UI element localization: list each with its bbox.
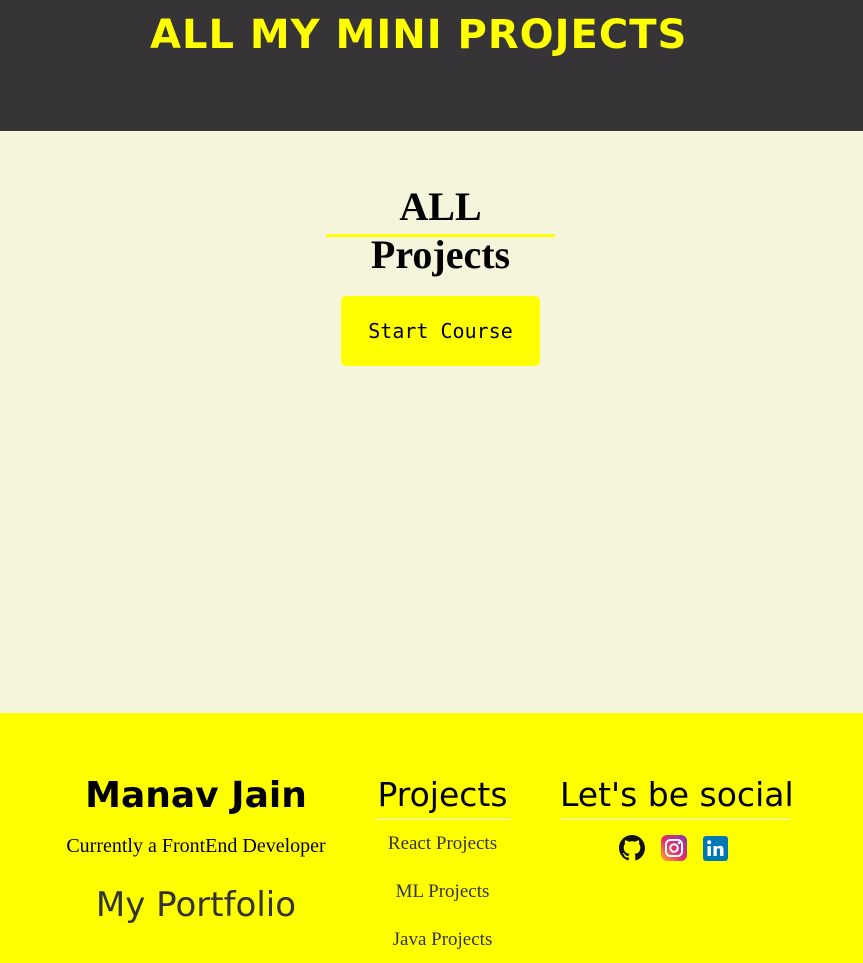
- footer-author-role: Currently a FrontEnd Developer: [66, 835, 326, 857]
- social-heading-underline: [560, 819, 790, 820]
- java-projects-link[interactable]: Java Projects: [360, 929, 525, 951]
- linkedin-icon[interactable]: [703, 836, 729, 862]
- projects-heading-underline: [375, 819, 510, 820]
- github-icon[interactable]: [619, 835, 645, 861]
- title-underline: [326, 234, 555, 237]
- section-title: ALL Projects: [370, 184, 511, 277]
- instagram-icon[interactable]: [661, 835, 687, 861]
- site-footer: Manav Jain Currently a FrontEnd Develope…: [0, 713, 863, 963]
- ml-projects-link[interactable]: ML Projects: [360, 881, 525, 903]
- portfolio-link[interactable]: My Portfolio: [56, 885, 336, 925]
- main-section: ALL Projects Start Course: [0, 131, 863, 713]
- footer-author-name: Manav Jain: [85, 775, 307, 816]
- site-header: ALL MY MINI PROJECTS: [0, 0, 863, 131]
- projects-heading: Projects: [377, 775, 508, 814]
- social-heading: Let's be social: [560, 775, 794, 814]
- site-title: ALL MY MINI PROJECTS: [150, 12, 688, 58]
- start-course-button[interactable]: Start Course: [341, 296, 540, 366]
- react-projects-link[interactable]: React Projects: [360, 833, 525, 855]
